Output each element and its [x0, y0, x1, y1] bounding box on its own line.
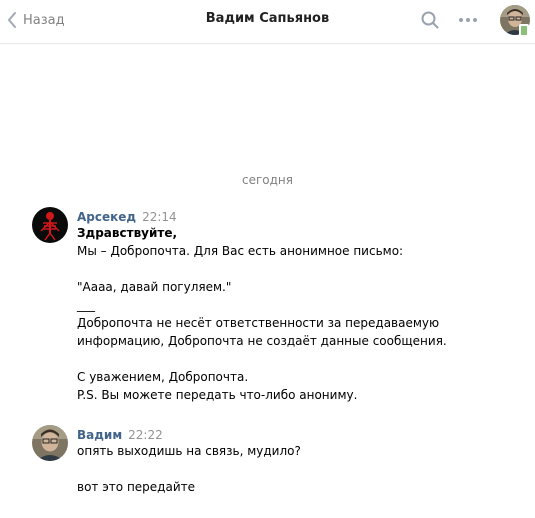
message-line — [77, 350, 507, 368]
date-separator: сегодня — [242, 173, 293, 187]
sender-avatar[interactable] — [32, 207, 68, 243]
sender-avatar[interactable] — [32, 425, 68, 461]
more-icon — [459, 18, 477, 22]
message-body: Вадим 22:22 опять выходишь на связь, муди… — [77, 425, 507, 496]
message-line — [77, 460, 507, 478]
online-status-icon — [519, 24, 529, 37]
message-line: вот это передайте — [77, 480, 196, 494]
message-line: Добропочта не несёт ответственности за п… — [77, 316, 440, 330]
message-time: 22:14 — [142, 210, 177, 224]
message-line: Здравствуйте, — [77, 226, 178, 240]
message-body: Арсекед 22:14 Здравствуйте, Мы – Добропоч… — [77, 207, 507, 404]
message-time: 22:22 — [128, 428, 163, 442]
message-author[interactable]: Арсекед — [77, 210, 136, 224]
message-header: Вадим 22:22 — [77, 425, 507, 442]
message-line: Мы – Добропочта. Для Вас есть анонимное … — [77, 244, 404, 258]
message-line: ___ — [77, 298, 95, 312]
search-icon — [421, 11, 439, 29]
message-line — [77, 260, 507, 278]
search-button[interactable] — [420, 10, 440, 30]
more-button[interactable] — [457, 10, 479, 30]
message-line: информацию, Добропочта не создаёт данные… — [77, 334, 447, 348]
chat-header: Назад Вадим Сапьянов — [0, 0, 535, 44]
avatar-photo — [32, 207, 68, 243]
message-line: "Аааа, давай погуляем." — [77, 280, 232, 294]
message-line: С уважением, Добропочта. — [77, 370, 249, 384]
chat-window: Назад Вадим Сапьянов сегодня Арсекед 22:… — [0, 0, 535, 518]
message-author[interactable]: Вадим — [77, 428, 122, 442]
message-header: Арсекед 22:14 — [77, 207, 507, 224]
avatar-photo — [32, 425, 68, 461]
chat-title: Вадим Сапьянов — [205, 11, 330, 26]
message-line: опять выходишь на связь, мудило? — [77, 444, 301, 458]
message-line: P.S. Вы можете передать что-либо анониму… — [77, 388, 358, 402]
